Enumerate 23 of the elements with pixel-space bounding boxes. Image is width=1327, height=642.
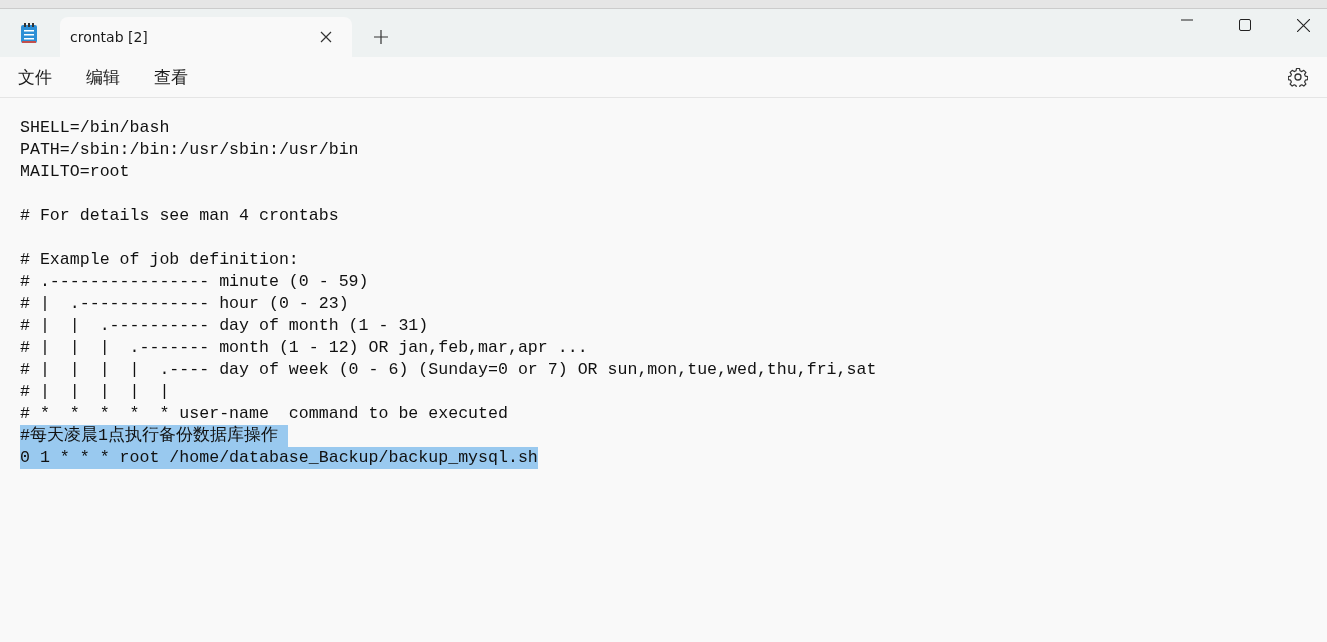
code-line: MAILTO=root xyxy=(20,161,130,183)
code-line: # | | .---------- day of month (1 - 31) xyxy=(20,315,429,337)
menu-item[interactable]: 编辑 xyxy=(74,61,132,93)
document-tab[interactable]: crontab [2] xyxy=(60,17,352,57)
maximize-icon[interactable] xyxy=(1239,19,1251,31)
code-line: # | | | .------- month (1 - 12) OR jan,feb,mar,apr ... xyxy=(20,337,588,359)
code-line: # | .------------- hour (0 - 23) xyxy=(20,293,349,315)
code-line: SHELL=/bin/bash xyxy=(20,117,170,139)
tab-title: crontab [2] xyxy=(70,29,149,45)
close-icon[interactable] xyxy=(1297,19,1310,32)
code-line: # * * * * * user-name command to be executed xyxy=(20,403,508,425)
notepad-icon xyxy=(20,22,38,44)
code-line: # .---------------- minute (0 - 59) xyxy=(20,271,369,293)
code-line: # Example of job definition: xyxy=(20,249,299,271)
code-line: PATH=/sbin:/bin:/usr/sbin:/usr/bin xyxy=(20,139,359,161)
settings-icon[interactable] xyxy=(1288,67,1308,87)
menu-item[interactable]: 文件 xyxy=(6,61,64,93)
code-line: # For details see man 4 crontabs xyxy=(20,205,339,227)
code-line: # | | | | | xyxy=(20,381,170,403)
close-icon[interactable] xyxy=(320,31,332,43)
menu-item[interactable]: 查看 xyxy=(142,61,200,93)
plus-icon[interactable] xyxy=(374,30,388,44)
code-line: # | | | | .---- day of week (0 - 6) (Sunday=0 or 7) OR sun,mon,tue,wed,thu,fri,sat xyxy=(20,359,877,381)
